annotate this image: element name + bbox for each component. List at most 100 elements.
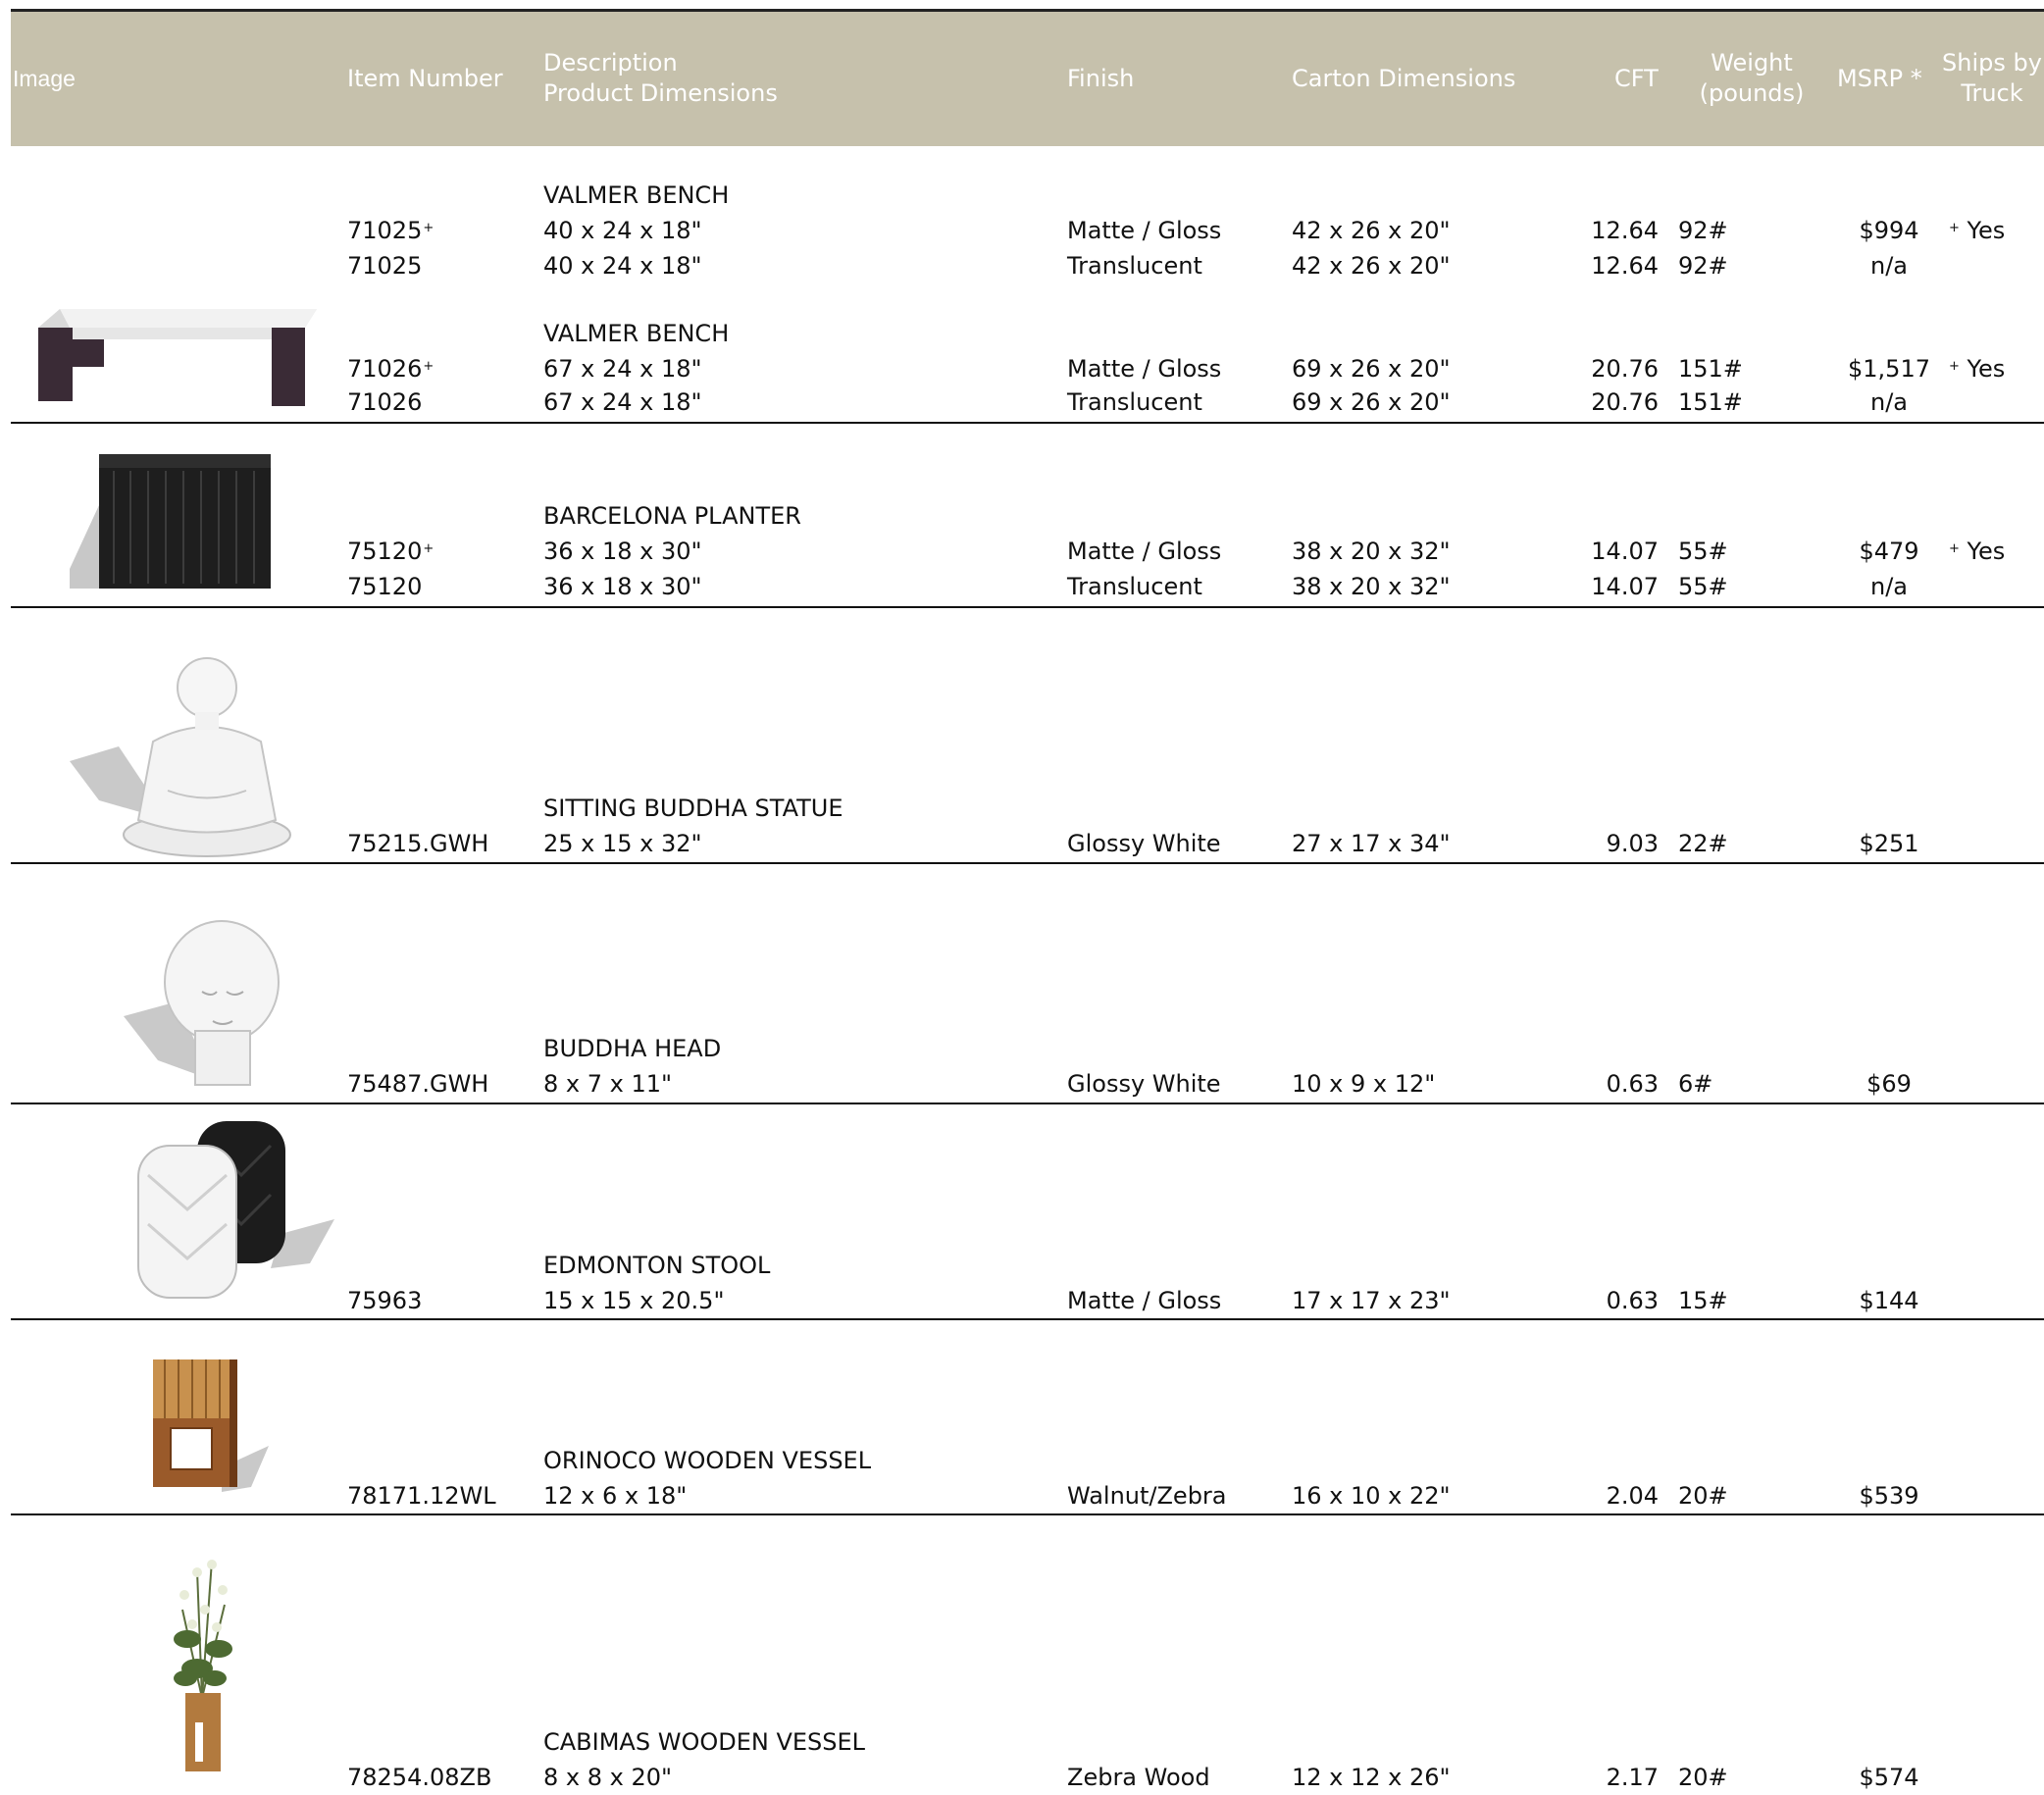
header-cft: CFT bbox=[1614, 65, 1659, 92]
table-row-barcelona-planter: BARCELONA PLANTER 75120+ 36 x 18 x 30" M… bbox=[11, 424, 2044, 608]
carton-dimensions: 42 x 26 x 20" bbox=[1292, 252, 1451, 280]
weight: 15# bbox=[1678, 1287, 1728, 1314]
table-row-valmer-bench: VALMER BENCH 71025+ 40 x 24 x 18" Matte … bbox=[11, 146, 2044, 424]
header-item-number: Item Number bbox=[347, 65, 503, 92]
table-header: Image Item Number Description Product Di… bbox=[11, 9, 2044, 146]
buddha-head-image bbox=[124, 920, 280, 1086]
weight: 55# bbox=[1678, 538, 1728, 565]
cft: 12.64 bbox=[1591, 252, 1659, 280]
weight: 92# bbox=[1678, 217, 1728, 244]
header-image: Image bbox=[13, 66, 76, 91]
item-number: 75487.GWH bbox=[347, 1070, 489, 1098]
msrp: $1,517 bbox=[1848, 355, 1930, 383]
msrp: $69 bbox=[1866, 1070, 1912, 1098]
msrp: $994 bbox=[1859, 217, 1919, 244]
carton-dimensions: 42 x 26 x 20" bbox=[1292, 217, 1451, 244]
weight: 151# bbox=[1678, 388, 1743, 416]
product-dimensions: 67 x 24 x 18" bbox=[543, 388, 702, 416]
weight: 92# bbox=[1678, 252, 1728, 280]
item-number: 71025+ bbox=[347, 217, 434, 244]
weight: 151# bbox=[1678, 355, 1743, 383]
msrp: n/a bbox=[1869, 388, 1908, 416]
finish: Matte / Gloss bbox=[1067, 217, 1222, 244]
msrp: $251 bbox=[1859, 830, 1919, 857]
finish: Matte / Gloss bbox=[1067, 1287, 1222, 1314]
cft: 20.76 bbox=[1591, 388, 1659, 416]
product-dimensions: 40 x 24 x 18" bbox=[543, 217, 702, 244]
header-description: Description Product Dimensions bbox=[543, 48, 778, 109]
header-weight-line2: (pounds) bbox=[1699, 79, 1805, 107]
header-ships-line1: Ships by bbox=[1942, 49, 2042, 77]
carton-dimensions: 10 x 9 x 12" bbox=[1292, 1070, 1436, 1098]
header-ships: Ships by Truck bbox=[1941, 48, 2043, 109]
product-name: ORINOCO WOODEN VESSEL bbox=[543, 1447, 872, 1474]
finish: Glossy White bbox=[1067, 1070, 1221, 1098]
msrp: n/a bbox=[1869, 252, 1908, 280]
item-number: 71026+ bbox=[347, 355, 434, 383]
msrp: n/a bbox=[1869, 573, 1908, 600]
product-dimensions: 67 x 24 x 18" bbox=[543, 355, 702, 383]
carton-dimensions: 69 x 26 x 20" bbox=[1292, 355, 1451, 383]
stool-image bbox=[137, 1121, 334, 1299]
carton-dimensions: 16 x 10 x 22" bbox=[1292, 1482, 1451, 1510]
product-dimensions: 8 x 7 x 11" bbox=[543, 1070, 673, 1098]
header-description-line1: Description bbox=[543, 49, 678, 77]
msrp: $479 bbox=[1859, 538, 1919, 565]
product-name: CABIMAS WOODEN VESSEL bbox=[543, 1728, 866, 1756]
header-weight: Weight (pounds) bbox=[1688, 48, 1815, 109]
weight: 6# bbox=[1678, 1070, 1713, 1098]
product-dimensions: 36 x 18 x 30" bbox=[543, 573, 702, 600]
cft: 0.63 bbox=[1606, 1070, 1659, 1098]
product-name: VALMER BENCH bbox=[543, 320, 730, 347]
finish: Translucent bbox=[1067, 388, 1202, 416]
product-dimensions: 25 x 15 x 32" bbox=[543, 830, 702, 857]
cft: 14.07 bbox=[1591, 538, 1659, 565]
header-carton: Carton Dimensions bbox=[1292, 65, 1516, 92]
weight: 22# bbox=[1678, 830, 1728, 857]
bench-image bbox=[38, 309, 317, 406]
item-number: 75120 bbox=[347, 573, 423, 600]
item-number: 75215.GWH bbox=[347, 830, 489, 857]
finish: Glossy White bbox=[1067, 830, 1221, 857]
weight: 55# bbox=[1678, 573, 1728, 600]
planter-image bbox=[70, 454, 271, 589]
ships-by-truck: + Yes bbox=[1949, 217, 2006, 244]
product-dimensions: 15 x 15 x 20.5" bbox=[543, 1287, 725, 1314]
table-row-buddha-head: BUDDHA HEAD 75487.GWH 8 x 7 x 11" Glossy… bbox=[11, 864, 2044, 1104]
ships-by-truck: + Yes bbox=[1949, 355, 2006, 383]
table-row-orinoco-vessel: ORINOCO WOODEN VESSEL 78171.12WL 12 x 6 … bbox=[11, 1320, 2044, 1515]
header-ships-line2: Truck bbox=[1961, 79, 2023, 107]
table-row-cabimas-vessel: CABIMAS WOODEN VESSEL 78254.08ZB 8 x 8 x… bbox=[11, 1515, 2044, 1791]
header-msrp: MSRP * bbox=[1837, 65, 1922, 92]
finish: Translucent bbox=[1067, 252, 1202, 280]
carton-dimensions: 17 x 17 x 23" bbox=[1292, 1287, 1451, 1314]
cft: 12.64 bbox=[1591, 217, 1659, 244]
weight: 20# bbox=[1678, 1482, 1728, 1510]
product-name: VALMER BENCH bbox=[543, 181, 730, 209]
finish: Walnut/Zebra bbox=[1067, 1482, 1227, 1510]
carton-dimensions: 38 x 20 x 32" bbox=[1292, 538, 1451, 565]
header-finish: Finish bbox=[1067, 65, 1135, 92]
product-name: SITTING BUDDHA STATUE bbox=[543, 795, 843, 822]
item-number: 71026 bbox=[347, 388, 423, 416]
cft: 2.04 bbox=[1606, 1482, 1659, 1510]
item-number: 78171.12WL bbox=[347, 1482, 496, 1510]
cft: 20.76 bbox=[1591, 355, 1659, 383]
item-number: 75120+ bbox=[347, 538, 434, 565]
finish: Matte / Gloss bbox=[1067, 355, 1222, 383]
product-dimensions: 12 x 6 x 18" bbox=[543, 1482, 688, 1510]
header-weight-line1: Weight bbox=[1711, 49, 1793, 77]
product-dimensions: 36 x 18 x 30" bbox=[543, 538, 702, 565]
cft: 0.63 bbox=[1606, 1287, 1659, 1314]
product-name: BARCELONA PLANTER bbox=[543, 502, 801, 530]
msrp: $539 bbox=[1859, 1482, 1919, 1510]
carton-dimensions: 27 x 17 x 34" bbox=[1292, 830, 1451, 857]
cft: 9.03 bbox=[1606, 830, 1659, 857]
ships-by-truck: + Yes bbox=[1949, 538, 2006, 565]
product-name: EDMONTON STOOL bbox=[543, 1252, 771, 1279]
item-number: 71025 bbox=[347, 252, 423, 280]
product-dimensions: 40 x 24 x 18" bbox=[543, 252, 702, 280]
table-row-sitting-buddha: SITTING BUDDHA STATUE 75215.GWH 25 x 15 … bbox=[11, 608, 2044, 864]
carton-dimensions: 38 x 20 x 32" bbox=[1292, 573, 1451, 600]
finish: Translucent bbox=[1067, 573, 1202, 600]
